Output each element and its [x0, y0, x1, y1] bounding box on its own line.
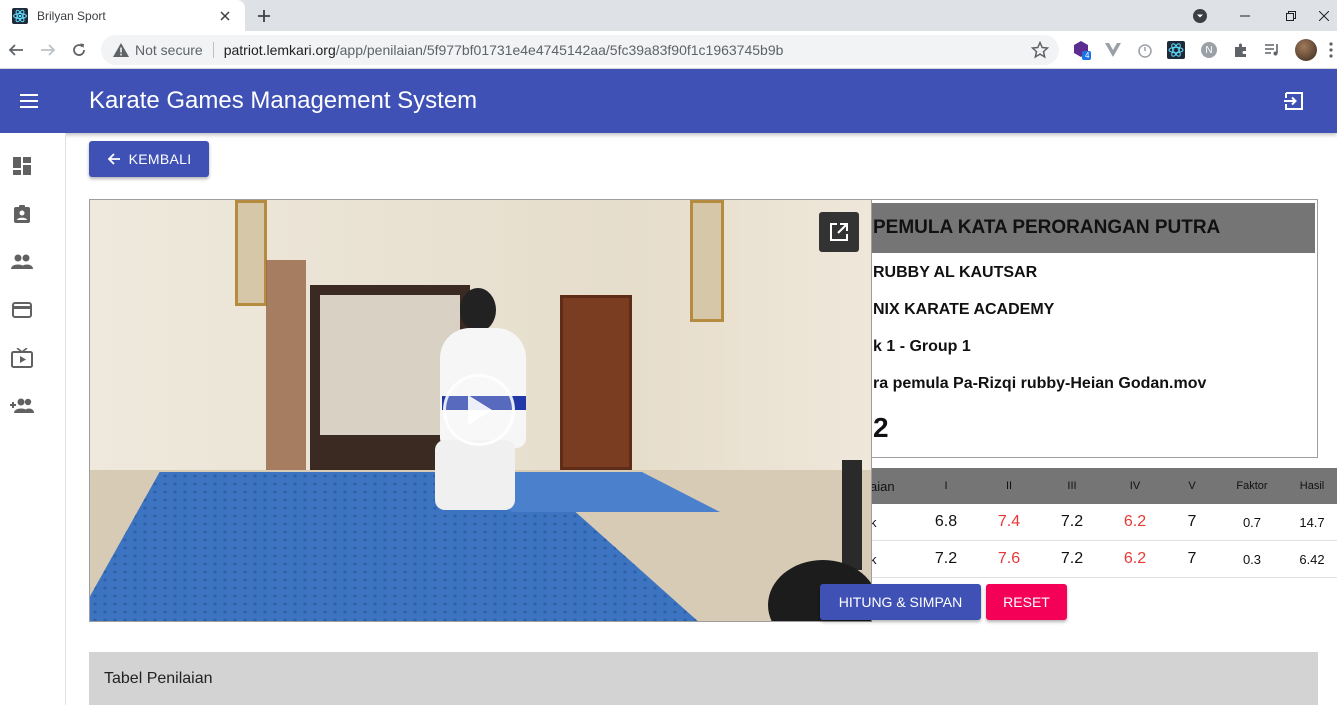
- forward-arrow-icon[interactable]: [35, 37, 61, 63]
- url-host: patriot.lemkari.org: [223, 42, 336, 58]
- tab-close-icon[interactable]: [213, 4, 237, 28]
- vuejs-extension-icon[interactable]: [1103, 40, 1123, 60]
- table-row: k 6.8 7.4 7.2 6.2 7 0.7 14.7: [856, 504, 1337, 541]
- play-icon[interactable]: [443, 374, 515, 446]
- category-title: PEMULA KATA PERORANGAN PUTRA: [857, 203, 1315, 253]
- header-ii: II: [1005, 480, 1013, 492]
- athlete-info-card: PEMULA KATA PERORANGAN PUTRA RUBBY AL KA…: [856, 199, 1318, 458]
- tab-title: Brilyan Sport: [37, 8, 106, 23]
- browser-toolbar: Not secure patriot.lemkari.org /app/peni…: [0, 31, 1337, 69]
- calculate-save-button[interactable]: HITUNG & SIMPAN: [820, 584, 981, 620]
- scoring-table-panel[interactable]: Tabel Penilaian: [89, 652, 1318, 705]
- score-i[interactable]: 7.2: [916, 541, 976, 577]
- panel-title: Tabel Penilaian: [104, 670, 213, 687]
- react-devtools-icon[interactable]: [1166, 40, 1186, 60]
- score-iv[interactable]: 6.2: [1105, 541, 1165, 577]
- app-bar: Karate Games Management System: [0, 69, 1337, 133]
- score-i[interactable]: 6.8: [916, 504, 976, 540]
- extension-badge: 4: [1085, 51, 1090, 60]
- score-iii[interactable]: 7.2: [1042, 504, 1102, 540]
- restore-icon[interactable]: [1268, 0, 1314, 31]
- score-iv[interactable]: 6.2: [1105, 504, 1165, 540]
- video-frame-mirror: [690, 200, 724, 322]
- pool-group: k 1 - Group 1: [873, 338, 971, 355]
- new-tab-button[interactable]: [251, 3, 277, 29]
- dashboard-icon[interactable]: [9, 153, 35, 179]
- warning-icon: [113, 42, 129, 58]
- back-button[interactable]: KEMBALI: [89, 141, 209, 177]
- security-label: Not secure: [135, 42, 203, 58]
- table-row: k 7.2 7.6 7.2 6.2 7 0.3 6.42: [856, 541, 1337, 578]
- video-frame-athlete-legs: [435, 440, 515, 510]
- separator: [212, 42, 214, 58]
- video-frame-curtain: [266, 260, 306, 470]
- reload-icon[interactable]: [66, 37, 92, 63]
- minimize-icon[interactable]: [1222, 0, 1268, 31]
- header-faktor: Faktor: [1236, 480, 1268, 492]
- group-add-icon[interactable]: [9, 393, 35, 419]
- video-frame-stand: [842, 460, 862, 570]
- address-bar[interactable]: Not secure patriot.lemkari.org /app/peni…: [101, 35, 1059, 65]
- avatar[interactable]: [1294, 38, 1318, 62]
- score-table-header: aian I II III IV V Faktor Hasil: [856, 468, 1337, 504]
- score-ii[interactable]: 7.6: [979, 541, 1039, 577]
- header-iii: III: [1067, 480, 1077, 492]
- score-hasil: 6.42: [1299, 551, 1325, 567]
- puzzle-extensions-icon[interactable]: [1231, 40, 1251, 60]
- window-close-icon[interactable]: [1310, 0, 1337, 31]
- browser-tab[interactable]: Brilyan Sport: [0, 0, 245, 31]
- chrome-menu-icon[interactable]: [1325, 40, 1337, 60]
- header-i: I: [944, 480, 948, 492]
- score-faktor: 0.3: [1242, 551, 1262, 567]
- people-icon[interactable]: [9, 249, 35, 275]
- club-name: NIX KARATE ACADEMY: [873, 301, 1055, 318]
- extension-hexagon-icon[interactable]: 4: [1072, 40, 1092, 60]
- hamburger-menu-icon[interactable]: [14, 86, 44, 116]
- athlete-number: 2: [873, 412, 889, 443]
- score-v[interactable]: 7: [1162, 504, 1222, 540]
- video-frame-cabinet-inner: [320, 295, 460, 435]
- sidebar: [0, 133, 66, 705]
- header-v: V: [1188, 480, 1196, 492]
- bookmark-star-icon[interactable]: [1030, 40, 1050, 59]
- score-v[interactable]: 7: [1162, 541, 1222, 577]
- media-queue-icon[interactable]: [1262, 40, 1282, 60]
- score-table: aian I II III IV V Faktor Hasil k 6.8 7.…: [856, 468, 1337, 578]
- browser-tab-strip: Brilyan Sport: [0, 0, 1337, 31]
- profile-dropdown-icon[interactable]: [1177, 0, 1223, 31]
- athlete-name: RUBBY AL KAUTSAR: [873, 264, 1038, 281]
- app-title: Karate Games Management System: [89, 87, 478, 114]
- back-arrow-icon[interactable]: [3, 37, 29, 63]
- card-icon[interactable]: [9, 297, 35, 323]
- react-favicon-icon: [12, 7, 28, 24]
- score-ii[interactable]: 7.4: [979, 504, 1039, 540]
- video-frame-mirror: [235, 200, 267, 306]
- n-extension-letter: N: [1201, 42, 1217, 58]
- header-iv: IV: [1129, 480, 1141, 492]
- video-frame-door: [560, 295, 632, 470]
- score-hasil: 14.7: [1299, 514, 1325, 530]
- score-iii[interactable]: 7.2: [1042, 541, 1102, 577]
- score-faktor: 0.7: [1242, 514, 1262, 530]
- video-frame-athlete-head: [460, 288, 496, 332]
- video-filename: ra pemula Pa-Rizqi rubby-Heian Godan.mov: [873, 375, 1207, 392]
- video-player[interactable]: [89, 199, 872, 622]
- timer-extension-icon[interactable]: [1135, 40, 1155, 60]
- logout-icon[interactable]: [1281, 88, 1307, 114]
- reset-button[interactable]: RESET: [986, 584, 1067, 620]
- url-path: /app/penilaian/5f977bf01731e4e4745142aa/…: [335, 42, 784, 58]
- header-hasil: Hasil: [1299, 480, 1325, 492]
- live-tv-icon[interactable]: [9, 345, 35, 371]
- n-extension-icon[interactable]: N: [1199, 40, 1219, 60]
- open-external-icon[interactable]: [819, 212, 859, 252]
- assignment-ind-icon[interactable]: [9, 201, 35, 227]
- back-button-label: KEMBALI: [128, 151, 192, 167]
- arrow-left-icon: [107, 153, 120, 165]
